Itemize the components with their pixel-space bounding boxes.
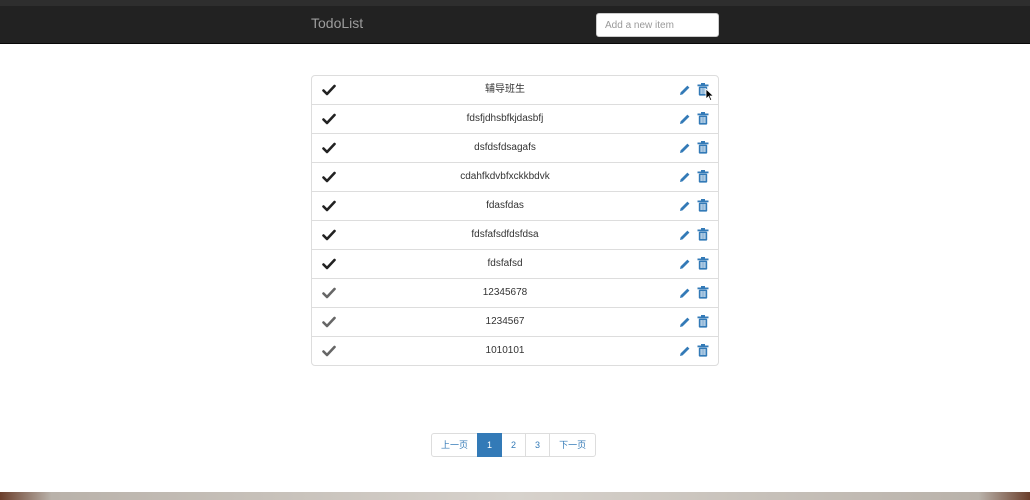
todo-text: cdahfkdvbfxckkbdvk [460,171,550,182]
trash-icon[interactable] [697,170,709,183]
todo-text: fdasfdas [486,200,524,211]
todo-text: dsfdsfdsagafs [474,142,536,153]
new-item-input[interactable] [596,13,719,37]
trash-icon[interactable] [697,315,709,328]
brand-title[interactable]: TodoList [311,15,363,31]
check-icon[interactable] [322,170,336,184]
next-page-button[interactable]: 下一页 [549,433,597,457]
page-button[interactable]: 1 [477,433,503,457]
trash-icon[interactable] [697,344,709,357]
todo-item: fdsfafsd [312,249,718,278]
todo-item: cdahfkdvbfxckkbdvk [312,162,718,191]
todo-text: 12345678 [482,287,528,298]
trash-icon[interactable] [697,112,709,125]
pagination: 上一页 1 2 3 下一页 [431,433,597,457]
pencil-icon[interactable] [679,142,691,154]
check-icon[interactable] [322,199,336,213]
trash-icon[interactable] [697,228,709,241]
check-icon[interactable] [322,112,336,126]
check-icon[interactable] [322,83,336,97]
todo-item: dsfdsfdsagafs [312,133,718,162]
prev-page-button[interactable]: 上一页 [431,433,479,457]
trash-icon[interactable] [697,141,709,154]
todo-item: fdsfjdhsbfkjdasbfj [312,104,718,133]
navbar: TodoList [0,6,1030,44]
pencil-icon[interactable] [679,258,691,270]
check-icon[interactable] [322,344,336,358]
todo-item: 1010101 [312,336,718,365]
check-icon[interactable] [322,315,336,329]
todo-text: 1234567 [485,316,525,327]
pencil-icon[interactable] [679,229,691,241]
trash-icon[interactable] [697,257,709,270]
pencil-icon[interactable] [679,200,691,212]
todo-text: fdsfafsd [487,258,523,269]
pencil-icon[interactable] [679,171,691,183]
check-icon[interactable] [322,286,336,300]
todo-item: 12345678 [312,278,718,307]
pencil-icon[interactable] [679,84,691,96]
trash-icon[interactable] [697,199,709,212]
todo-item: fdsfafsdfdsfdsa [312,220,718,249]
check-icon[interactable] [322,257,336,271]
todo-item: fdasfdas [312,191,718,220]
check-icon[interactable] [322,228,336,242]
page-button[interactable]: 2 [501,433,527,457]
taskbar [0,492,1030,500]
check-icon[interactable] [322,141,336,155]
todo-text: fdsfjdhsbfkjdasbfj [466,113,544,124]
mouse-cursor-icon [705,88,715,102]
todo-list: 辅导班生 fdsfjdhsbfkjdasbfj dsfdsfdsagafs cd… [311,75,719,366]
pencil-icon[interactable] [679,316,691,328]
page-button[interactable]: 3 [525,433,551,457]
todo-item: 1234567 [312,307,718,336]
trash-icon[interactable] [697,286,709,299]
pencil-icon[interactable] [679,113,691,125]
pencil-icon[interactable] [679,287,691,299]
todo-text: 辅导班生 [485,84,525,95]
todo-text: 1010101 [485,345,525,356]
pencil-icon[interactable] [679,345,691,357]
todo-text: fdsfafsdfdsfdsa [471,229,539,240]
todo-item: 辅导班生 [312,76,718,104]
